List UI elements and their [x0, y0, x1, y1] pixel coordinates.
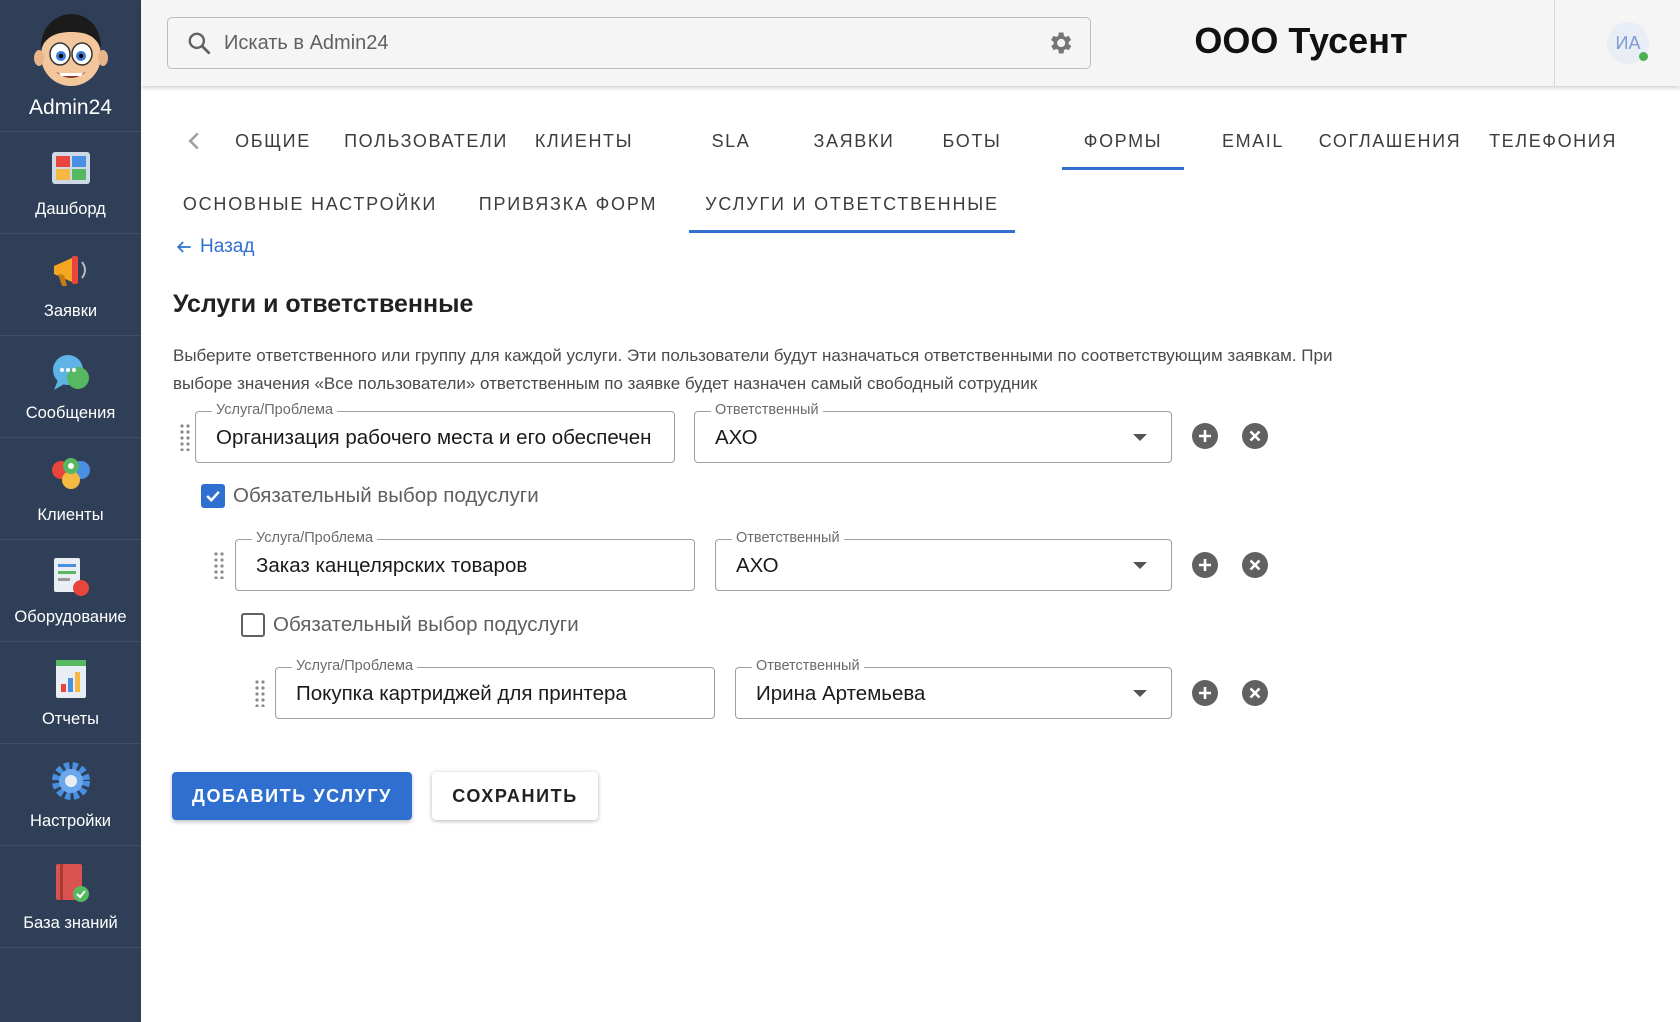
search-icon [188, 32, 211, 55]
responsible-select-legend: Ответственный [752, 658, 864, 674]
tab-forms[interactable]: ФОРМЫ [1062, 112, 1184, 170]
sidebar-item-reports[interactable]: Отчеты [0, 642, 141, 744]
responsible-select-value: АХО [736, 554, 779, 577]
subtab-services-responsible[interactable]: УСЛУГИ И ОТВЕТСТВЕННЫЕ [689, 175, 1015, 233]
service-field-value: Заказ канцелярских товаров [256, 554, 528, 577]
equipment-icon [53, 558, 89, 596]
sidebar-item-knowledge-base[interactable]: База знаний [0, 846, 141, 948]
tab-email[interactable]: EMAIL [1203, 112, 1303, 170]
drag-handle-icon[interactable] [179, 423, 191, 451]
sidebar-item-label: Отчеты [41, 710, 100, 728]
dropdown-caret-icon [1133, 562, 1147, 569]
search-settings-gear-icon[interactable] [1046, 29, 1074, 57]
online-status-dot [1639, 52, 1648, 61]
required-subservice-checkbox[interactable]: Обязательный выбор подуслуги [241, 613, 579, 637]
sidebar-item-label: Клиенты [37, 506, 104, 524]
brand[interactable]: Admin24 [0, 0, 141, 132]
add-subservice-plus-icon[interactable] [1191, 422, 1219, 450]
remove-service-close-icon[interactable] [1241, 551, 1269, 579]
add-subservice-plus-icon[interactable] [1191, 551, 1219, 579]
service-field-legend: Услуга/Проблема [292, 658, 418, 674]
tab-agreements[interactable]: СОГЛАШЕНИЯ [1315, 112, 1465, 170]
divider [1554, 0, 1555, 86]
drag-handle-icon[interactable] [254, 679, 266, 707]
dropdown-caret-icon [1133, 434, 1147, 441]
checkbox-checked-icon [201, 484, 225, 508]
sidebar-item-label: Настройки [30, 812, 111, 830]
service-field-value: Организация рабочего места и его обеспеч… [216, 426, 652, 449]
avatar[interactable]: ИА [1607, 22, 1649, 64]
remove-service-close-icon[interactable] [1241, 422, 1269, 450]
sub-tabs: ОСНОВНЫЕ НАСТРОЙКИ ПРИВЯЗКА ФОРМ УСЛУГИ … [141, 175, 1680, 233]
back-link-label: Назад [200, 236, 255, 257]
sidebar-item-label: База знаний [23, 914, 118, 932]
tab-telephony[interactable]: ТЕЛЕФОНИЯ [1481, 112, 1625, 170]
users-icon [51, 458, 90, 489]
checkbox-label: Обязательный выбор подуслуги [273, 613, 579, 636]
sidebar-item-messages[interactable]: Сообщения [0, 336, 141, 438]
checkbox-label: Обязательный выбор подуслуги [233, 484, 539, 507]
avatar-initials: ИА [1615, 32, 1641, 53]
add-service-button[interactable]: ДОБАВИТЬ УСЛУГУ [172, 772, 412, 820]
search-box[interactable] [167, 17, 1091, 69]
dropdown-caret-icon [1133, 690, 1147, 697]
page-description: Выберите ответственного или группу для к… [173, 346, 1333, 393]
chevron-left-icon[interactable] [179, 126, 209, 156]
tab-general[interactable]: ОБЩИЕ [223, 112, 323, 170]
brand-name: Admin24 [29, 96, 112, 119]
sidebar-item-label: Дашборд [35, 200, 106, 218]
tab-users[interactable]: ПОЛЬЗОВАТЕЛИ [341, 112, 511, 170]
company-name: ООО Тусент [1194, 20, 1408, 61]
sidebar-item-label: Заявки [43, 302, 98, 320]
service-field[interactable]: Услуга/Проблема Заказ канцелярских товар… [235, 530, 695, 591]
responsible-select-legend: Ответственный [732, 530, 844, 546]
service-field-legend: Услуга/Проблема [252, 530, 378, 546]
responsible-select[interactable]: Ответственный АХО [715, 530, 1172, 591]
top-bar: ООО Тусент ИА [141, 0, 1680, 86]
arrow-left-icon [176, 241, 191, 253]
back-link[interactable]: Назад [174, 236, 254, 258]
responsible-select-value: АХО [715, 426, 758, 449]
add-subservice-plus-icon[interactable] [1191, 679, 1219, 707]
responsible-select-legend: Ответственный [711, 402, 823, 418]
service-field[interactable]: Услуга/Проблема Покупка картриджей для п… [275, 658, 715, 719]
sidebar-item-dashboard[interactable]: Дашборд [0, 132, 141, 234]
subtab-form-binding[interactable]: ПРИВЯЗКА ФОРМ [463, 175, 673, 233]
remove-service-close-icon[interactable] [1241, 679, 1269, 707]
search-input[interactable] [224, 31, 1046, 55]
service-field[interactable]: Услуга/Проблема Организация рабочего мес… [195, 402, 675, 463]
knowledge-book-icon [55, 864, 89, 902]
responsible-select-value: Ирина Артемьева [756, 682, 926, 705]
mascot-logo-icon [33, 14, 108, 86]
responsible-select[interactable]: Ответственный АХО [694, 402, 1172, 463]
responsible-select[interactable]: Ответственный Ирина Артемьева [735, 658, 1172, 719]
sidebar-item-requests[interactable]: Заявки [0, 234, 141, 336]
dashboard-icon [51, 152, 90, 184]
save-button[interactable]: СОХРАНИТЬ [432, 772, 598, 820]
tab-bots[interactable]: БОТЫ [921, 112, 1023, 170]
tab-sla[interactable]: SLA [681, 112, 781, 170]
required-subservice-checkbox[interactable]: Обязательный выбор подуслуги [201, 484, 539, 508]
page-title: Услуги и ответственные [173, 290, 474, 318]
report-icon [55, 660, 86, 698]
gear-icon [51, 762, 90, 800]
tab-clients[interactable]: КЛИЕНТЫ [529, 112, 639, 170]
sidebar-item-label: Сообщения [25, 404, 116, 422]
sidebar-item-clients[interactable]: Клиенты [0, 438, 141, 540]
sidebar-item-equipment[interactable]: Оборудование [0, 540, 141, 642]
sidebar-item-label: Оборудование [14, 608, 127, 626]
megaphone-icon [53, 256, 86, 286]
service-field-value: Покупка картриджей для принтера [296, 682, 627, 705]
drag-handle-icon[interactable] [213, 551, 225, 579]
tab-requests[interactable]: ЗАЯВКИ [799, 112, 909, 170]
checkbox-unchecked-icon [241, 613, 265, 637]
main-tabs: ОБЩИЕ ПОЛЬЗОВАТЕЛИ КЛИЕНТЫ SLA ЗАЯВКИ БО… [141, 112, 1680, 170]
service-field-legend: Услуга/Проблема [212, 402, 338, 418]
sidebar: Admin24 Дашборд Заявки Сообщения Клиенты… [0, 0, 141, 1022]
sidebar-item-settings[interactable]: Настройки [0, 744, 141, 846]
chat-bubble-icon [52, 355, 89, 390]
subtab-main-settings[interactable]: ОСНОВНЫЕ НАСТРОЙКИ [175, 175, 445, 233]
